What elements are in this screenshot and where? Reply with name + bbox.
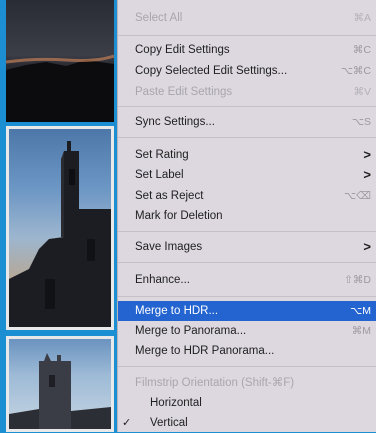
menu-item-set-as-reject[interactable]: Set as Reject ⌥⌫: [118, 186, 376, 206]
menu-item-label: Select All: [135, 12, 183, 24]
menu-item-vertical[interactable]: ✓ Vertical: [118, 413, 376, 433]
menu-item-label: Set Rating: [135, 149, 189, 161]
menu-separator: [118, 262, 376, 263]
menu-separator: [118, 137, 376, 138]
menu-item-save-images[interactable]: Save Images >: [118, 237, 376, 257]
menu-item-label: Merge to HDR...: [135, 305, 219, 317]
menu-item-select-all[interactable]: Select All ⌘A: [118, 8, 376, 28]
menu-separator: [118, 296, 376, 297]
menu-item-copy-selected-edit-settings[interactable]: Copy Selected Edit Settings... ⌥⌘C: [118, 61, 376, 81]
submenu-arrow-icon: >: [363, 167, 371, 182]
menu-item-label: Set as Reject: [135, 190, 204, 202]
menu-item-set-rating[interactable]: Set Rating >: [118, 145, 376, 165]
menu-item-enhance[interactable]: Enhance... ⇧⌘D: [118, 270, 376, 290]
menu-item-set-label[interactable]: Set Label >: [118, 165, 376, 185]
menu-item-filmstrip-orientation: Filmstrip Orientation (Shift-⌘F): [118, 373, 376, 393]
menu-item-shortcut: ⌥⌘C: [340, 65, 371, 77]
thumbnail-1[interactable]: [6, 0, 114, 122]
menu-item-label: Sync Settings...: [135, 116, 215, 128]
menu-separator: [118, 231, 376, 232]
submenu-arrow-icon: >: [363, 147, 371, 162]
menu-item-label: Horizontal: [150, 397, 202, 409]
thumbnail-2-selected[interactable]: [6, 126, 114, 330]
menu-item-label: Save Images: [135, 241, 203, 253]
checkmark-icon: ✓: [122, 417, 132, 429]
menu-item-merge-to-panorama[interactable]: Merge to Panorama... ⌘M: [118, 321, 376, 341]
menu-item-label: Enhance...: [135, 274, 190, 286]
menu-separator: [118, 106, 376, 107]
context-menu: Select All ⌘A Copy Edit Settings ⌘C Copy…: [117, 0, 376, 432]
menu-item-label: Paste Edit Settings: [135, 86, 233, 98]
menu-item-shortcut: ⌥S: [351, 116, 371, 128]
menu-item-shortcut: ⌘M: [351, 325, 371, 337]
menu-item-shortcut: ⇧⌘D: [344, 274, 371, 286]
menu-item-shortcut: ⌘V: [353, 86, 371, 98]
menu-item-shortcut: ⌥⌫: [344, 190, 371, 202]
menu-item-label: Merge to Panorama...: [135, 325, 247, 337]
menu-item-copy-edit-settings[interactable]: Copy Edit Settings ⌘C: [118, 40, 376, 60]
menu-item-merge-to-hdr[interactable]: Merge to HDR... ⌥M: [118, 301, 376, 321]
menu-separator: [118, 366, 376, 367]
menu-item-label: Set Label: [135, 169, 184, 181]
menu-item-merge-to-hdr-panorama[interactable]: Merge to HDR Panorama...: [118, 341, 376, 361]
menu-item-mark-for-deletion[interactable]: Mark for Deletion: [118, 206, 376, 226]
menu-item-shortcut: ⌘A: [353, 12, 371, 24]
thumbnail-3[interactable]: [6, 336, 114, 432]
menu-item-shortcut: ⌥M: [350, 305, 371, 317]
menu-item-shortcut: ⌘C: [352, 44, 371, 56]
menu-section-header: Filmstrip Orientation (Shift-⌘F): [135, 377, 295, 389]
menu-item-label: Copy Edit Settings: [135, 44, 230, 56]
submenu-arrow-icon: >: [363, 239, 371, 254]
menu-item-label: Mark for Deletion: [135, 210, 223, 222]
menu-item-label: Vertical: [150, 417, 188, 429]
menu-item-sync-settings[interactable]: Sync Settings... ⌥S: [118, 112, 376, 132]
menu-item-horizontal[interactable]: Horizontal: [118, 393, 376, 413]
menu-item-paste-edit-settings[interactable]: Paste Edit Settings ⌘V: [118, 82, 376, 102]
filmstrip: [0, 0, 118, 432]
menu-item-label: Copy Selected Edit Settings...: [135, 65, 288, 77]
menu-item-label: Merge to HDR Panorama...: [135, 345, 275, 357]
menu-separator: [118, 35, 376, 36]
